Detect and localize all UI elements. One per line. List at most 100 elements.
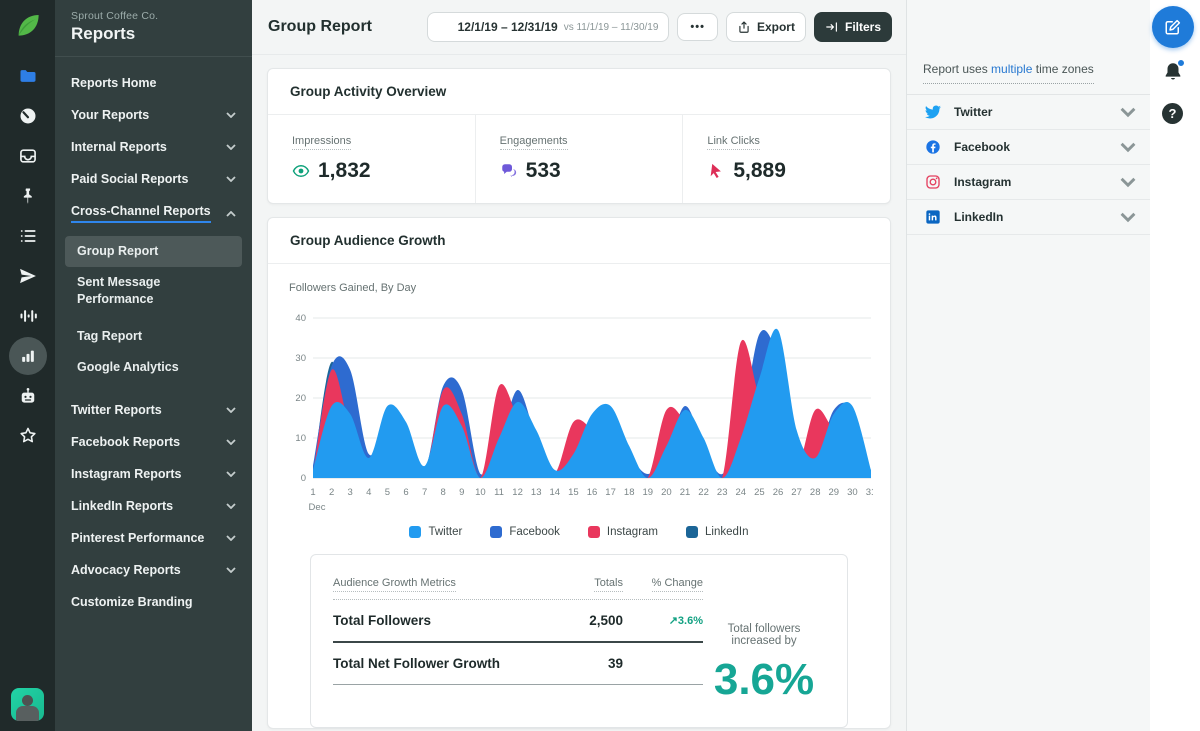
svg-text:30: 30 (847, 487, 858, 498)
dashboard-gauge-icon (20, 108, 35, 124)
network-label: LinkedIn (954, 210, 1004, 224)
sidebar-item-listening[interactable] (0, 296, 55, 336)
more-options-button[interactable]: ••• (677, 13, 718, 41)
summary-label: Total followers increased by (727, 623, 801, 647)
legend-item-instagram[interactable]: Instagram (587, 526, 658, 538)
sidebar-item-label: Your Reports (71, 108, 150, 122)
metric-value: 533 (525, 159, 561, 182)
followers-area-chart[interactable]: 0102030401 2 3 4 5 6 7 8 9 10 11 12 13 14 15 16 17 18 19 20… (289, 308, 873, 516)
network-row-facebook[interactable]: Facebook (907, 130, 1150, 165)
legend-item-linkedin[interactable]: LinkedIn (686, 526, 749, 538)
sidebar-item-your-reports[interactable]: Your Reports (55, 99, 252, 131)
sidebar-item-reports-home[interactable]: Reports Home (55, 67, 252, 99)
svg-text:Dec: Dec (309, 502, 326, 513)
svg-text:10: 10 (295, 433, 306, 444)
group-audience-growth-card: Group Audience Growth Followers Gained, … (267, 217, 891, 729)
sidebar-subitem-sent-message-performance[interactable]: Sent Message Performance (65, 267, 195, 315)
reports-sidebar: Sprout Coffee Co. Reports Reports Home Y… (55, 0, 252, 731)
notifications-button[interactable] (1162, 59, 1185, 83)
svg-text:12: 12 (512, 487, 523, 498)
metric-label[interactable]: Impressions (292, 135, 352, 150)
avatar-body (16, 706, 39, 721)
sidebar-subitem-tag-report[interactable]: Tag Report (65, 321, 242, 352)
metric-label[interactable]: Link Clicks (707, 135, 760, 150)
automation-bot-icon (21, 388, 34, 403)
chevron-down-icon (1120, 177, 1136, 188)
svg-text:25: 25 (754, 487, 765, 498)
metric-value: 1,832 (318, 159, 371, 182)
sidebar-item-label: Instagram Reports (71, 467, 182, 482)
svg-text:40: 40 (295, 313, 306, 324)
sidebar-item-twitter-reports[interactable]: Twitter Reports (55, 394, 252, 426)
legend-label: LinkedIn (705, 526, 749, 538)
compose-button[interactable] (1152, 6, 1194, 48)
network-row-instagram[interactable]: Instagram (907, 165, 1150, 200)
account-name: Sprout Coffee Co. (71, 10, 159, 22)
svg-text:10: 10 (475, 487, 486, 498)
main-content: Group Report 12/1/19 – 12/31/19 vs 11/1/… (252, 0, 906, 731)
row-metric: Total Followers (333, 613, 432, 628)
timezone-link[interactable]: multiple (991, 62, 1032, 76)
sidebar-item-facebook-reports[interactable]: Facebook Reports (55, 426, 252, 458)
export-button[interactable]: Export (725, 12, 806, 42)
sidebar-item-linkedin-reports[interactable]: LinkedIn Reports (55, 490, 252, 522)
calendar-icon (438, 20, 452, 34)
chevron-down-icon (226, 471, 236, 478)
sidebar-item-feeds[interactable] (0, 216, 55, 256)
sidebar-nav: Reports Home Your Reports Internal Repor… (55, 57, 252, 624)
chevron-down-icon (226, 112, 236, 118)
sidebar-item-cross-channel-reports[interactable]: Cross-Channel Reports (55, 195, 252, 232)
metric-link-clicks: Link Clicks 5,889 (683, 115, 890, 203)
svg-text:16: 16 (587, 487, 598, 498)
legend-swatch (409, 526, 422, 538)
svg-text:29: 29 (829, 487, 840, 498)
sidebar-item-paid-social-reports[interactable]: Paid Social Reports (55, 163, 252, 195)
sidebar-subitem-group-report[interactable]: Group Report (65, 236, 242, 267)
avatar-head (22, 695, 33, 706)
notification-dot (1177, 59, 1185, 67)
chevron-down-icon (226, 407, 236, 414)
sidebar-item-automation[interactable] (0, 376, 55, 416)
sidebar-item-inbox[interactable] (0, 136, 55, 176)
metric-label[interactable]: Engagements (499, 135, 568, 150)
user-avatar[interactable] (11, 688, 44, 721)
sidebar-item-advocacy-reports[interactable]: Advocacy Reports (55, 554, 252, 586)
sidebar-item-publishing[interactable] (0, 256, 55, 296)
instagram-icon (926, 175, 940, 189)
sidebar-item-instagram-reports[interactable]: Instagram Reports (55, 458, 252, 490)
chevron-down-icon (1120, 107, 1136, 118)
sidebar-item-internal-reports[interactable]: Internal Reports (55, 131, 252, 163)
sidebar-item-customize-branding[interactable]: Customize Branding (55, 586, 252, 618)
legend-swatch (587, 526, 600, 538)
date-range-button[interactable]: 12/1/19 – 12/31/19 vs 11/1/19 – 11/30/19 (426, 12, 670, 42)
network-row-twitter[interactable]: Twitter (907, 95, 1150, 130)
network-row-linkedin[interactable]: LinkedIn (907, 200, 1150, 235)
sidebar-item-reports-folder[interactable] (0, 56, 55, 96)
sidebar-item-dashboard[interactable] (0, 96, 55, 136)
compare-range-value: vs 11/1/19 – 11/30/19 (563, 21, 659, 33)
row-metric: Total Net Follower Growth (333, 656, 500, 671)
svg-text:11: 11 (494, 487, 504, 498)
svg-text:17: 17 (605, 487, 616, 498)
sidebar-item-label: Customize Branding (71, 595, 193, 610)
active-indicator (8, 337, 47, 375)
legend-item-facebook[interactable]: Facebook (490, 526, 560, 538)
audience-growth-summary-card: Audience Growth Metrics Totals % Change … (310, 554, 848, 728)
svg-text:3: 3 (348, 487, 353, 498)
legend-item-twitter[interactable]: Twitter (409, 526, 462, 538)
ellipsis-icon: ••• (690, 21, 705, 33)
sidebar-item-label: Pinterest Performance (71, 531, 205, 546)
sidebar-item-pinterest-performance[interactable]: Pinterest Performance (55, 522, 252, 554)
sidebar-subitem-google-analytics[interactable]: Google Analytics (65, 352, 242, 383)
network-filter-panel: Report uses multiple time zones Twitter … (906, 0, 1150, 731)
svg-text:15: 15 (568, 487, 579, 498)
sidebar-item-reviews[interactable] (0, 416, 55, 456)
help-button[interactable]: ? (1162, 103, 1183, 124)
sidebar-item-reports-active[interactable] (0, 336, 55, 376)
sprout-logo[interactable] (13, 10, 43, 40)
svg-text:26: 26 (773, 487, 784, 498)
svg-text:1: 1 (310, 487, 315, 498)
filters-button[interactable]: Filters (813, 12, 892, 42)
legend-label: Facebook (509, 526, 560, 538)
sidebar-item-pinned[interactable] (0, 176, 55, 216)
